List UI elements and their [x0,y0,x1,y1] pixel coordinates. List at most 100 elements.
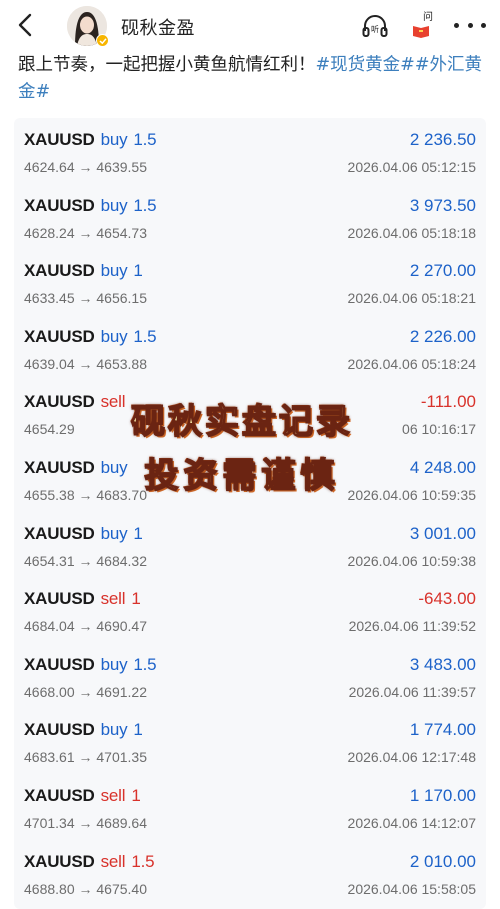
trade-row[interactable]: XAUUSD buy 1.5 4668.00 → 4691.22 3 483.00 202… [14,645,486,711]
trade-row[interactable]: XAUUSD buy 1 4683.61 → 4701.35 1 774.00 2026.… [14,710,486,776]
trade-prices: 4654.31 → 4684.32 [24,552,147,569]
trade-prices: 4633.45 → 4656.15 [24,290,147,307]
trade-symbol: XAUUSD sell 1 [24,589,141,609]
trade-time: 06 10:16:17 [402,421,476,438]
symbol-text: XAUUSD [24,392,95,412]
trade-profit: 3 001.00 [409,523,476,543]
symbol-text: XAUUSD [24,851,95,871]
trade-symbol: XAUUSD buy 1.5 [24,130,157,150]
trade-profit: 3 483.00 [409,654,476,674]
trade-time: 2026.04.06 05:12:15 [347,159,476,175]
trade-lots: 1.5 [133,654,157,674]
symbol-text: XAUUSD [24,326,95,346]
trade-profit: 2 270.00 [409,261,476,281]
trade-time: 2026.04.06 14:12:07 [347,815,476,831]
trade-row[interactable]: XAUUSD buy 1.5 4624.64 → 4639.55 2 236.50 202… [14,120,486,186]
trade-side: buy [100,326,128,346]
symbol-text: XAUUSD [24,261,95,281]
trade-side: sell [100,786,126,805]
trade-lots: 1.5 [133,326,157,346]
trade-side: buy [100,523,128,543]
post-body: 跟上节奏，一起把握小黄鱼航情红利！ [18,55,316,75]
trade-lots: 1 [133,523,143,543]
trade-lots: 1 [133,720,143,740]
trade-lots: 1 [131,589,141,609]
trade-side: buy [100,654,128,674]
top-bar: 砚秋金盈 听 问 [0,0,500,50]
symbol-text: XAUUSD [24,130,95,149]
trade-prices: 4684.04 → 4690.47 [24,618,147,635]
trade-side: buy [100,261,128,281]
trade-side: buy [100,130,128,149]
trade-symbol: XAUUSD sell 1.5 [24,851,155,872]
more-icon[interactable] [454,14,486,36]
svg-text:听: 听 [371,25,379,34]
trade-time: 2026.04.06 11:39:52 [348,618,476,635]
trade-lots: 1.5 [131,851,155,871]
trade-side: buy [100,720,128,740]
trade-prices: 4668.00 → 4691.22 [24,683,147,700]
trade-time: 2026.04.06 05:18:24 [347,355,476,372]
trade-profit: 1 774.00 [409,720,476,740]
trade-time: 2026.04.06 05:18:18 [347,224,476,241]
symbol-text: XAUUSD [24,589,95,609]
trade-symbol: XAUUSD buy 1 [24,524,143,544]
symbol-text: XAUUSD [24,195,95,215]
overlay-title: 砚秋实盘记录 [130,401,353,443]
trade-profit: 4 248.00 [409,458,476,477]
overlay-warning: 投资需谨慎 [144,455,340,497]
trade-prices: 4639.04 → 4653.88 [24,355,147,372]
trade-symbol: XAUUSD buy 1.5 [24,654,157,675]
trade-profit: 1 170.00 [409,786,476,805]
trade-row[interactable]: XAUUSD sell 1 4684.04 → 4690.47 -643.00 2026.… [14,579,486,645]
trade-symbol: XAUUSD sell 1 [24,786,141,806]
trade-row[interactable]: XAUUSD buy 1 4654.31 → 4684.32 3 001.00 2026.… [14,514,486,580]
symbol-text: XAUUSD [24,458,95,477]
trade-profit: 2 010.00 [409,851,476,871]
ask-icon[interactable]: 问 [405,8,437,42]
trade-time: 2026.04.06 12:17:48 [347,749,476,766]
trade-row[interactable]: XAUUSD sell 1.5 4688.80 → 4675.40 2 010.00 20… [14,842,486,908]
trade-prices: 4628.24 → 4654.73 [24,224,147,241]
symbol-text: XAUUSD [24,523,95,543]
ask-label: 问 [423,10,433,23]
trade-side: sell [100,589,126,609]
trade-row[interactable]: XAUUSD buy 1.5 4628.24 → 4654.73 3 973.50 202… [14,186,486,252]
trade-symbol: XAUUSD buy 1 [24,720,143,740]
symbol-text: XAUUSD [24,720,95,740]
trade-profit: -111.00 [420,392,476,412]
trade-time: 2026.04.06 05:18:21 [347,290,476,307]
trade-prices: 4683.61 → 4701.35 [24,749,147,766]
trade-symbol: XAUUSD buy 1 [24,261,143,281]
trade-prices: 4688.80 → 4675.40 [24,880,147,897]
trade-row[interactable]: XAUUSD sell 1 4701.34 → 4689.64 1 170.00 2026… [14,776,486,842]
trade-prices: 4654.29 [24,421,75,438]
listen-icon[interactable]: 听 [360,11,390,41]
trade-time: 2026.04.06 15:58:05 [347,880,476,897]
back-arrow-icon[interactable] [10,10,40,40]
trade-prices: 4624.64 → 4639.55 [24,159,147,175]
trade-lots: 1 [131,786,141,805]
trade-side: sell [100,851,126,871]
trade-row[interactable]: XAUUSD buy 1.5 4639.04 → 4653.88 2 226.00 202… [14,317,486,383]
trade-time: 2026.04.06 10:59:38 [347,552,476,569]
trade-lots: 1.5 [133,130,157,149]
trade-profit: -643.00 [418,589,476,609]
trade-history-card: XAUUSD buy 1.5 4624.64 → 4639.55 2 236.50 202… [14,118,486,909]
verified-badge-icon [96,34,109,47]
trade-symbol: XAUUSD buy 1.5 [24,326,157,347]
trade-profit: 2 226.00 [409,326,476,346]
trade-profit: 3 973.50 [409,195,476,215]
trade-symbol: XAUUSD buy 1.5 [24,195,157,216]
trade-side: buy [100,195,128,215]
trade-row[interactable]: XAUUSD buy 1 4633.45 → 4656.15 2 270.00 2026.… [14,251,486,317]
trade-profit: 2 236.50 [409,130,476,149]
account-name[interactable]: 砚秋金盈 [121,14,195,40]
trade-lots: 1.5 [133,195,157,215]
symbol-text: XAUUSD [24,654,95,674]
symbol-text: XAUUSD [24,786,95,805]
trade-time: 2026.04.06 11:39:57 [348,683,476,700]
trade-lots: 1 [133,261,143,281]
post-text: 跟上节奏，一起把握小黄鱼航情红利！#现货黄金##外汇黄金# [18,52,488,106]
hashtag-spot-gold[interactable]: #现货黄金# [316,55,415,75]
